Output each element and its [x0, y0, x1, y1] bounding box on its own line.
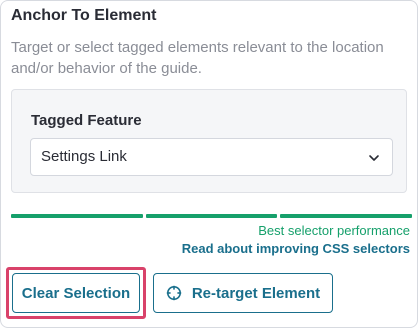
clear-selection-button[interactable]: Clear Selection [12, 273, 140, 313]
chevron-down-icon [369, 155, 379, 161]
section-title: Anchor To Element [11, 7, 157, 24]
tagged-feature-selected-value: Settings Link [41, 148, 127, 165]
selector-meter-segment-1 [11, 214, 143, 218]
crosshair-icon [166, 285, 182, 301]
selector-meter-segment-2 [146, 214, 277, 218]
tagged-feature-select[interactable]: Settings Link [30, 138, 393, 176]
selector-meter-segment-3 [280, 214, 412, 218]
section-description: Target or select tagged elements relevan… [11, 39, 384, 77]
retarget-element-button[interactable]: Re-target Element [153, 273, 333, 313]
retarget-element-label: Re-target Element [191, 284, 321, 302]
tagged-feature-label: Tagged Feature [31, 112, 142, 129]
selector-performance-status: Best selector performance [258, 223, 410, 238]
anchor-panel: Anchor To Element Target or select tagge… [0, 0, 418, 328]
improve-css-selectors-link[interactable]: Read about improving CSS selectors [182, 241, 410, 256]
clear-selection-label: Clear Selection [21, 284, 131, 302]
tagged-feature-card: Tagged Feature Settings Link [11, 89, 407, 193]
